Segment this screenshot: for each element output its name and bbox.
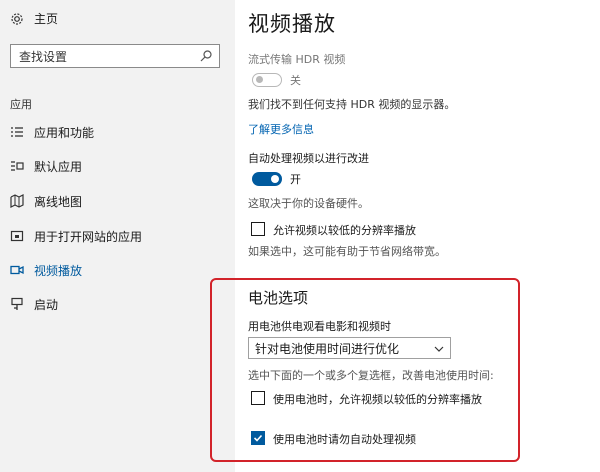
map-icon — [10, 194, 24, 208]
sidebar-item-label: 默认应用 — [34, 159, 83, 174]
sidebar-item-default-apps[interactable]: 默认应用 — [0, 152, 235, 180]
gear-icon — [10, 12, 24, 26]
auto-process-label: 自动处理视频以进行改进 — [248, 152, 369, 165]
auto-process-toggle-state: 开 — [290, 173, 301, 186]
battery-options-highlight-frame — [210, 278, 520, 462]
hdr-label: 流式传输 HDR 视频 — [248, 53, 346, 66]
sidebar: 主页 查找设置 应用 应用和功能 默认应用 离线地图 用于打开网站的应用 视频播… — [0, 0, 235, 472]
search-placeholder: 查找设置 — [19, 49, 68, 64]
auto-process-toggle[interactable] — [252, 172, 282, 186]
toggle-knob — [256, 76, 263, 83]
low-res-checkbox[interactable] — [251, 222, 265, 236]
hdr-note: 我们找不到任何支持 HDR 视频的显示器。 — [248, 98, 456, 111]
toggle-knob — [271, 175, 279, 183]
sidebar-item-label: 视频播放 — [34, 263, 83, 278]
open-website-icon — [10, 229, 24, 243]
hdr-toggle[interactable] — [252, 73, 282, 87]
search-icon[interactable] — [199, 49, 213, 63]
sidebar-item-startup[interactable]: 启动 — [0, 290, 235, 318]
sidebar-item-label: 启动 — [34, 297, 59, 312]
learn-more-link[interactable]: 了解更多信息 — [248, 121, 314, 137]
sidebar-item-apps-for-websites[interactable]: 用于打开网站的应用 — [0, 222, 235, 250]
sidebar-item-offline-maps[interactable]: 离线地图 — [0, 187, 235, 215]
hdr-toggle-state: 关 — [290, 74, 301, 87]
section-label-apps: 应用 — [10, 98, 32, 111]
list-icon — [10, 125, 24, 139]
low-res-label: 允许视频以较低的分辨率播放 — [273, 224, 416, 237]
search-input[interactable]: 查找设置 — [10, 44, 220, 68]
page-title: 视频播放 — [248, 12, 336, 36]
sidebar-item-label: 用于打开网站的应用 — [34, 229, 143, 244]
default-apps-icon — [10, 159, 24, 173]
home-label: 主页 — [34, 12, 59, 26]
sidebar-item-label: 离线地图 — [34, 194, 83, 209]
home-link[interactable]: 主页 — [10, 10, 58, 27]
video-icon — [10, 263, 24, 277]
sidebar-item-label: 应用和功能 — [34, 125, 95, 140]
startup-icon — [10, 297, 24, 311]
auto-process-note: 这取决于你的设备硬件。 — [248, 197, 369, 210]
sidebar-item-video-playback[interactable]: 视频播放 — [0, 256, 235, 284]
low-res-note: 如果选中，这可能有助于节省网络带宽。 — [248, 245, 446, 258]
sidebar-item-apps-features[interactable]: 应用和功能 — [0, 118, 235, 146]
